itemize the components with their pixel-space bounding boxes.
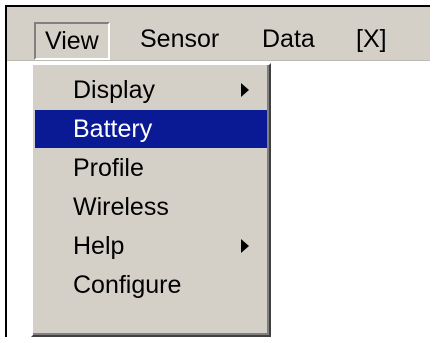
submenu-arrow-icon [241, 83, 249, 97]
menu-item-battery[interactable]: Battery [35, 110, 267, 148]
view-menu-dropdown: Display Battery Profile Wireless Help Co… [31, 63, 271, 337]
menu-item-label: Wireless [73, 193, 169, 221]
menu-item-help[interactable]: Help [35, 227, 267, 265]
menu-item-profile[interactable]: Profile [35, 149, 267, 187]
menu-item-label: Help [73, 232, 125, 260]
menu-sensor[interactable]: Sensor [140, 20, 219, 58]
menu-view[interactable]: View [34, 22, 110, 60]
screen: View Sensor Data [X] Display Battery Pro… [0, 0, 436, 343]
menu-item-label: Profile [73, 154, 144, 182]
menu-close[interactable]: [X] [356, 20, 387, 58]
menu-item-label: Configure [73, 271, 182, 299]
menu-item-label: Display [73, 76, 155, 104]
menu-item-display[interactable]: Display [35, 71, 267, 109]
menubar: View Sensor Data [X] [7, 7, 430, 61]
menu-data[interactable]: Data [262, 20, 315, 58]
submenu-arrow-icon [241, 239, 249, 253]
menu-item-wireless[interactable]: Wireless [35, 188, 267, 226]
menu-item-label: Battery [73, 115, 153, 143]
menu-item-configure[interactable]: Configure [35, 266, 267, 304]
